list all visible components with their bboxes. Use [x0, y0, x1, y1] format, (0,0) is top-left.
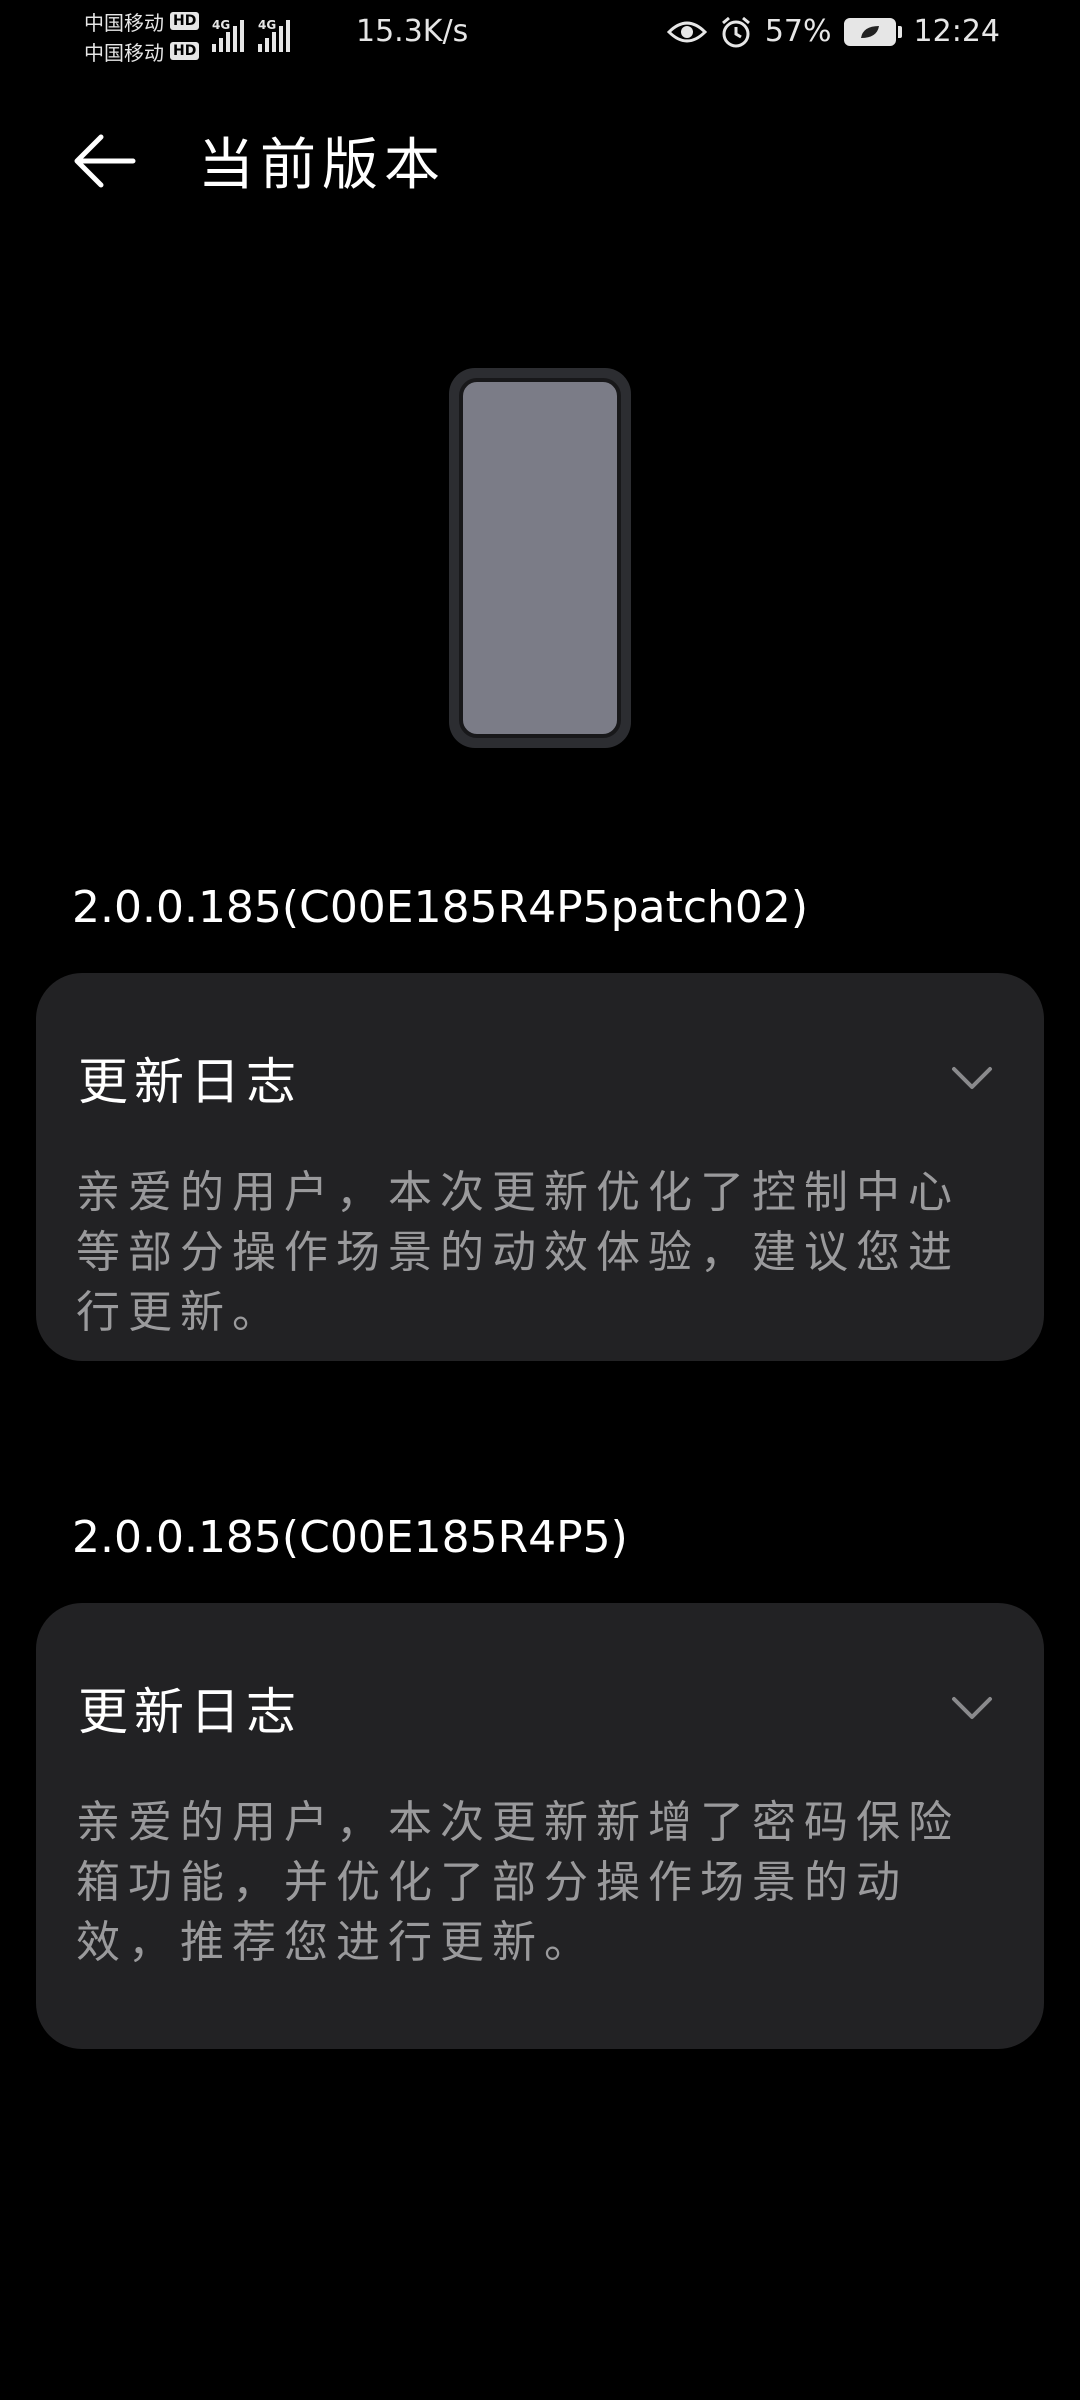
arrow-left-icon — [74, 134, 136, 188]
chevron-down-icon — [942, 1048, 1002, 1108]
clock: 12:24 — [913, 14, 1000, 49]
version-number: 2.0.0.185(C00E185R4P5patch02) — [72, 882, 809, 933]
right-status-icons: 57% 12:24 — [666, 14, 1000, 49]
status-bar: 中国移动 HD 中国移动 HD 4G 4G 15.3K/s 57% 12:24 — [0, 0, 1080, 70]
phone-illustration — [449, 368, 631, 748]
changelog-card: 更新日志 亲爱的用户，本次更新新增了密码保险箱功能，并优化了部分操作场景的动效，… — [36, 1603, 1044, 2049]
version-number: 2.0.0.185(C00E185R4P5) — [72, 1512, 628, 1563]
hd-badge-2: HD — [170, 42, 200, 60]
changelog-toggle[interactable]: 更新日志 — [78, 1673, 1002, 1743]
signal-strength-icon: 4G — [258, 18, 290, 52]
changelog-title: 更新日志 — [78, 1053, 302, 1111]
carrier-row-2: 中国移动 HD — [84, 36, 200, 66]
changelog-description: 亲爱的用户，本次更新优化了控制中心等部分操作场景的动效体验，建议您进行更新。 — [76, 1167, 960, 1338]
battery-percent: 57% — [764, 14, 832, 49]
back-button[interactable] — [70, 126, 140, 196]
carrier-row-1: 中国移动 HD — [84, 6, 200, 36]
changelog-card: 更新日志 亲爱的用户，本次更新优化了控制中心等部分操作场景的动效体验，建议您进行… — [36, 973, 1044, 1361]
eye-icon — [666, 18, 707, 46]
changelog-title: 更新日志 — [78, 1683, 302, 1741]
chevron-down-icon — [942, 1678, 1002, 1738]
network-type-1: 4G — [212, 18, 231, 32]
carrier-name-1: 中国移动 — [84, 10, 164, 35]
phone-screen — [459, 378, 621, 738]
battery-leaf-icon — [843, 17, 902, 46]
carrier-name-2: 中国移动 — [84, 40, 164, 65]
changelog-toggle[interactable]: 更新日志 — [78, 1043, 1002, 1113]
signal-strength-icon: 4G — [212, 18, 244, 52]
network-type-2: 4G — [258, 18, 277, 32]
hd-badge-1: HD — [170, 12, 200, 30]
signal-indicators: 4G 4G — [212, 18, 290, 52]
page-title: 当前版本 — [198, 133, 446, 198]
app-header: 当前版本 — [0, 110, 1080, 210]
alarm-icon — [719, 15, 753, 49]
carrier-info: 中国移动 HD 中国移动 HD — [84, 6, 200, 66]
changelog-description: 亲爱的用户，本次更新新增了密码保险箱功能，并优化了部分操作场景的动效，推荐您进行… — [76, 1797, 960, 1968]
net-speed: 15.3K/s — [356, 14, 469, 49]
